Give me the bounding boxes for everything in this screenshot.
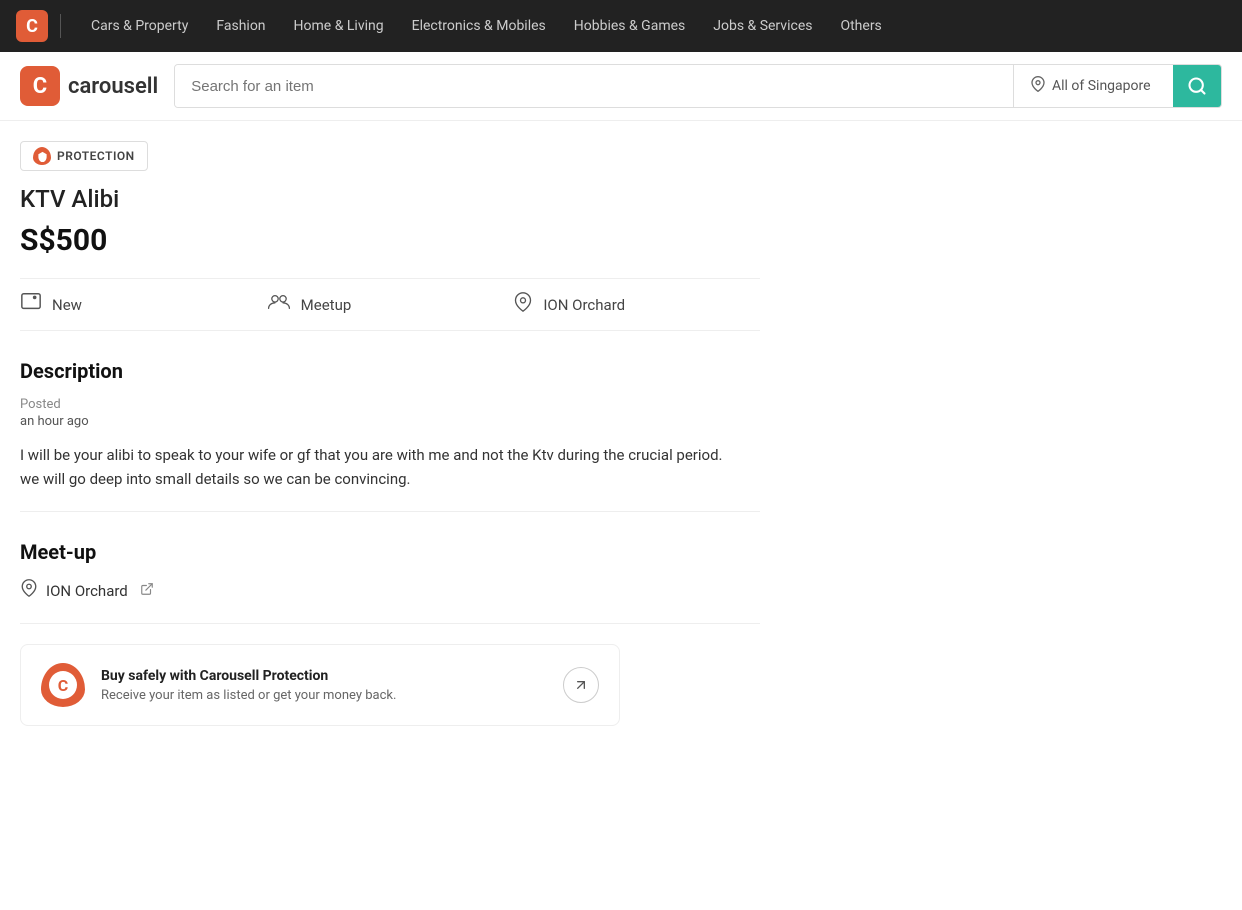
protection-card-logo-inner: C bbox=[49, 671, 77, 699]
protection-card-text: Buy safely with Carousell Protection Rec… bbox=[101, 668, 547, 703]
nav-item-home[interactable]: Home & Living bbox=[280, 0, 398, 52]
nav-link-electronics[interactable]: Electronics & Mobiles bbox=[398, 0, 560, 52]
details-row: New Meetup ION Orchard bbox=[20, 278, 760, 331]
meetup-section: Meet-up ION Orchard bbox=[20, 512, 760, 624]
description-body: I will be your alibi to speak to your wi… bbox=[20, 443, 760, 491]
nav-link-cars[interactable]: Cars & Property bbox=[77, 0, 202, 52]
item-title: KTV Alibi bbox=[20, 185, 760, 213]
item-price: S$500 bbox=[20, 223, 760, 258]
location-detail: ION Orchard bbox=[513, 291, 760, 318]
site-header: C carousell All of Singapore bbox=[0, 52, 1242, 121]
posted-label: Posted bbox=[20, 397, 760, 412]
brand-logo-link[interactable]: C carousell bbox=[20, 66, 158, 106]
meetup-icon bbox=[267, 291, 291, 318]
meetup-section-title: Meet-up bbox=[20, 540, 760, 564]
protection-card: C Buy safely with Carousell Protection R… bbox=[20, 644, 620, 726]
search-bar: All of Singapore bbox=[174, 64, 1222, 108]
protection-card-logo-letter: C bbox=[58, 676, 68, 695]
nav-link-fashion[interactable]: Fashion bbox=[202, 0, 279, 52]
location-text: All of Singapore bbox=[1052, 78, 1151, 94]
nav-link-home[interactable]: Home & Living bbox=[280, 0, 398, 52]
meetup-detail: Meetup bbox=[267, 291, 514, 318]
nav-logo-icon: C bbox=[16, 10, 48, 42]
condition-icon bbox=[20, 291, 42, 318]
protection-badge: PROTECTION bbox=[20, 141, 148, 171]
nav-link-jobs[interactable]: Jobs & Services bbox=[699, 0, 826, 52]
top-navigation: C Cars & Property Fashion Home & Living … bbox=[0, 0, 1242, 52]
listing-location-icon bbox=[513, 291, 533, 318]
location-icon bbox=[1030, 76, 1046, 96]
nav-item-electronics[interactable]: Electronics & Mobiles bbox=[398, 0, 560, 52]
search-input[interactable] bbox=[175, 65, 1013, 107]
meetup-location-icon bbox=[20, 578, 38, 603]
condition-text: New bbox=[52, 296, 82, 314]
brand-logo-text: carousell bbox=[68, 74, 158, 99]
search-button[interactable] bbox=[1173, 65, 1221, 107]
meetup-location-row: ION Orchard bbox=[20, 578, 760, 603]
protection-badge-text: PROTECTION bbox=[57, 149, 135, 163]
nav-item-hobbies[interactable]: Hobbies & Games bbox=[560, 0, 699, 52]
protection-card-logo: C bbox=[41, 663, 85, 707]
protection-card-subtitle: Receive your item as listed or get your … bbox=[101, 688, 547, 703]
nav-item-jobs[interactable]: Jobs & Services bbox=[699, 0, 826, 52]
posted-time: an hour ago bbox=[20, 414, 760, 429]
nav-item-cars[interactable]: Cars & Property bbox=[77, 0, 202, 52]
main-content: PROTECTION KTV Alibi S$500 New bbox=[0, 121, 780, 746]
nav-link-others[interactable]: Others bbox=[826, 0, 895, 52]
meetup-text: Meetup bbox=[301, 296, 352, 314]
external-link-icon bbox=[140, 582, 154, 600]
description-title: Description bbox=[20, 359, 760, 383]
condition-detail: New bbox=[20, 291, 267, 318]
description-section: Description Posted an hour ago I will be… bbox=[20, 331, 760, 512]
nav-link-hobbies[interactable]: Hobbies & Games bbox=[560, 0, 699, 52]
location-section: All of Singapore bbox=[1013, 65, 1173, 107]
protection-card-title: Buy safely with Carousell Protection bbox=[101, 668, 547, 684]
protection-card-arrow-button[interactable] bbox=[563, 667, 599, 703]
nav-items-list: Cars & Property Fashion Home & Living El… bbox=[77, 0, 896, 52]
brand-logo-icon: C bbox=[20, 66, 60, 106]
nav-item-fashion[interactable]: Fashion bbox=[202, 0, 279, 52]
protection-badge-icon bbox=[33, 147, 51, 165]
listing-location-text: ION Orchard bbox=[543, 296, 625, 314]
meetup-location-name: ION Orchard bbox=[46, 582, 128, 600]
nav-divider bbox=[60, 14, 61, 38]
nav-item-others[interactable]: Others bbox=[826, 0, 895, 52]
